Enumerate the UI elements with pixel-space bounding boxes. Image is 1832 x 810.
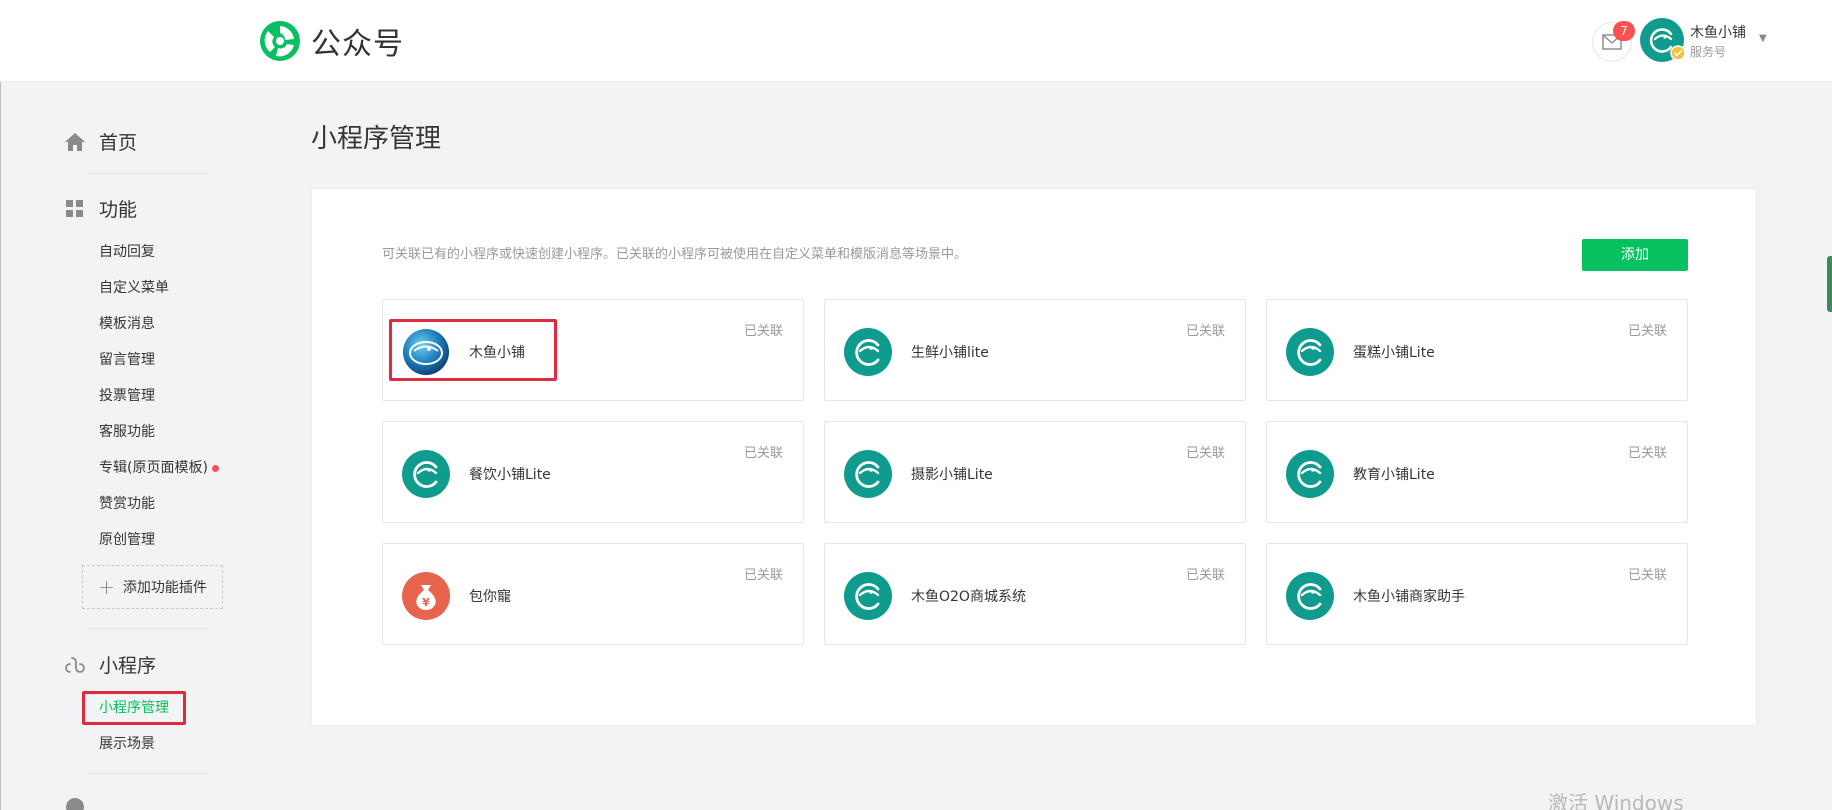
card-name: 摄影小铺Lite (911, 467, 993, 483)
sidebar-item-voting[interactable]: 投票管理 (99, 385, 155, 405)
sidebar-features[interactable]: 功能 (64, 195, 137, 222)
account-type: 服务号 (1690, 45, 1727, 59)
account-name[interactable]: 木鱼小铺 (1690, 22, 1746, 42)
sidebar-item-customer-service[interactable]: 客服功能 (99, 421, 155, 441)
card-name: 生鲜小铺lite (911, 345, 989, 361)
add-plugin-label: 添加功能插件 (122, 580, 207, 596)
sidebar-item-comments[interactable]: 留言管理 (99, 349, 155, 369)
card-status: 已关联 (743, 324, 783, 339)
grid-icon (66, 199, 83, 217)
miniprogram-card[interactable]: 木鱼小铺商家助手 已关联 (1266, 543, 1688, 645)
card-status: 已关联 (1185, 324, 1225, 339)
add-button[interactable]: 添加 (1582, 239, 1688, 271)
highlight-box (82, 691, 186, 725)
sidebar-item-auto-reply[interactable]: 自动回复 (99, 241, 155, 261)
sidebar-home-label: 首页 (99, 132, 138, 154)
card-name: 教育小铺Lite (1353, 467, 1435, 483)
miniprogram-card[interactable]: ¥ 包你寵 已关联 (382, 543, 804, 645)
sidebar-home[interactable]: 首页 (64, 128, 137, 155)
card-name: 餐饮小铺Lite (469, 467, 551, 483)
mini-logo-icon (1286, 572, 1334, 620)
miniprogram-card[interactable]: 蛋糕小铺Lite 已关联 (1266, 299, 1688, 401)
miniprogram-card[interactable]: 餐饮小铺Lite 已关联 (382, 421, 804, 523)
payment-icon (66, 798, 84, 810)
card-name: 木鱼O2O商城系统 (911, 589, 1026, 605)
add-plugin-button[interactable]: + 添加功能插件 (82, 565, 223, 609)
sidebar-item-original[interactable]: 原创管理 (99, 529, 155, 549)
plus-icon: + (98, 575, 115, 599)
sidebar-divider (88, 173, 208, 174)
mini-logo-icon (844, 450, 892, 498)
card-status: 已关联 (1185, 568, 1225, 583)
page-title: 小程序管理 (311, 124, 442, 154)
sidebar-item-album[interactable]: 专辑(原页面模板) (99, 457, 219, 477)
svg-text:¥: ¥ (422, 596, 430, 609)
sidebar-features-label: 功能 (99, 199, 138, 221)
sidebar-item-album-label: 专辑(原页面模板) (99, 460, 208, 476)
miniprogram-card[interactable]: 木鱼O2O商城系统 已关联 (824, 543, 1246, 645)
sidebar-item-display-scenes[interactable]: 展示场景 (99, 733, 155, 753)
card-status: 已关联 (743, 446, 783, 461)
mini-logo-icon (1286, 450, 1334, 498)
miniprogram-card[interactable]: 木鱼小铺 已关联 (382, 299, 804, 401)
logo[interactable]: 公众号 (258, 19, 404, 63)
verified-icon (1670, 45, 1686, 61)
top-header: 公众号 7 木鱼小铺 服务号 ▼ (0, 0, 1832, 82)
miniprogram-link-icon (65, 656, 85, 673)
caret-down-icon[interactable]: ▼ (1759, 33, 1767, 44)
sidebar-item-custom-menu[interactable]: 自定义菜单 (99, 277, 169, 297)
message-count-badge: 7 (1613, 21, 1635, 41)
mini-logo-icon (844, 328, 892, 376)
card-status: 已关联 (1627, 324, 1667, 339)
home-icon (65, 132, 85, 151)
card-status: 已关联 (1627, 446, 1667, 461)
new-dot-badge (211, 464, 219, 472)
logo-text: 公众号 (311, 27, 404, 62)
mini-logo-icon (402, 450, 450, 498)
miniprogram-panel: 可关联已有的小程序或快速创建小程序。已关联的小程序可被使用在自定义菜单和模版消息… (311, 188, 1757, 726)
side-tab-handle[interactable] (1827, 256, 1832, 312)
sidebar-miniprogram-label: 小程序 (99, 655, 157, 677)
card-name: 蛋糕小铺Lite (1353, 345, 1435, 361)
wechat-logo-icon (260, 21, 300, 61)
card-status: 已关联 (743, 568, 783, 583)
highlight-box (389, 319, 557, 381)
sidebar-item-reward[interactable]: 赞赏功能 (99, 493, 155, 513)
miniprogram-card[interactable]: 教育小铺Lite 已关联 (1266, 421, 1688, 523)
money-bag-icon: ¥ (402, 572, 450, 620)
mini-logo-icon (844, 572, 892, 620)
mini-logo-icon (1286, 328, 1334, 376)
miniprogram-card[interactable]: 生鲜小铺lite 已关联 (824, 299, 1246, 401)
sidebar-item-template-message[interactable]: 模板消息 (99, 313, 155, 333)
card-status: 已关联 (1185, 446, 1225, 461)
activation-watermark: 激活 Windows (1548, 791, 1684, 810)
sidebar-miniprogram[interactable]: 小程序 (64, 651, 156, 678)
sidebar-divider (88, 628, 208, 629)
sidebar-wechat-pay[interactable] (64, 796, 99, 810)
card-name: 木鱼小铺商家助手 (1353, 589, 1465, 605)
miniprogram-card[interactable]: 摄影小铺Lite 已关联 (824, 421, 1246, 523)
card-status: 已关联 (1627, 568, 1667, 583)
panel-description: 可关联已有的小程序或快速创建小程序。已关联的小程序可被使用在自定义菜单和模版消息… (382, 247, 968, 262)
sidebar-divider (88, 773, 208, 774)
card-name: 包你寵 (469, 589, 511, 605)
